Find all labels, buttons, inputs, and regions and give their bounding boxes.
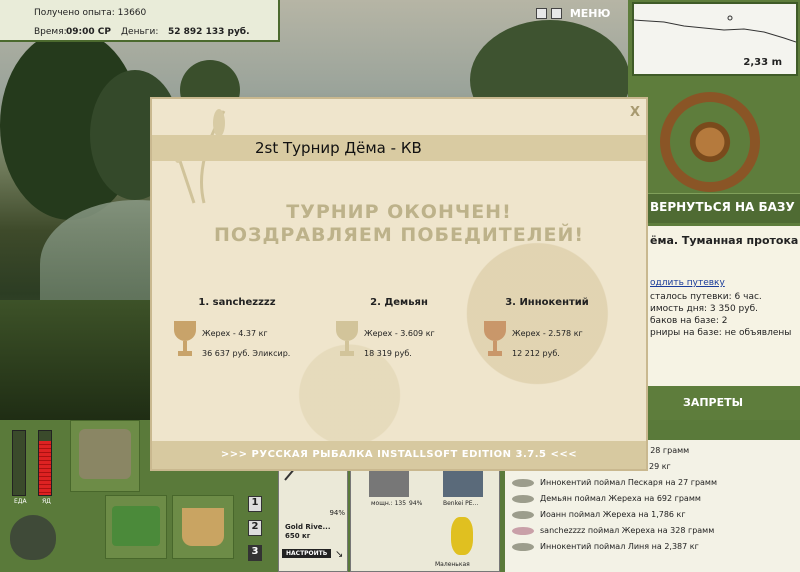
version-footer: >>> РУССКАЯ РЫБАЛКА INSTALLSOFT EDITION …	[152, 441, 646, 469]
permit-time: сталось путевки: 6 час.	[650, 292, 762, 302]
basket-slot[interactable]	[105, 495, 167, 559]
fish-icon	[512, 527, 534, 535]
cup-icon	[336, 321, 358, 361]
tanks-count: баков на базе: 2	[650, 316, 728, 326]
winner-prize: 36 637 руб. Эликсир.	[202, 349, 291, 358]
depth-profile	[634, 15, 796, 43]
rod-slot[interactable]: 94% Gold Rive... 650 кг НАСТРОИТЬ ↘	[278, 444, 348, 572]
tournaments-status: рниры на базе: не объявлены	[650, 328, 792, 338]
fish-icon	[512, 495, 534, 503]
fish-icon	[512, 511, 534, 519]
rod-weight: 650 кг	[285, 532, 311, 540]
tackle-slots: мощн.: 135 94% Benkei PE... Маленькая	[350, 468, 500, 572]
page-button-1[interactable]: 1	[248, 496, 262, 512]
reel-power: мощн.: 135	[371, 500, 407, 507]
top-controls: МЕНЮ	[536, 6, 610, 20]
poison-gauge	[38, 430, 52, 496]
reel-icon[interactable]	[369, 471, 409, 497]
bucket-slot[interactable]	[172, 495, 234, 559]
lure-icon[interactable]	[451, 517, 473, 555]
rod-percent: 94%	[329, 509, 345, 517]
food-label: ЕДА	[14, 498, 27, 505]
headline-finished: ТУРНИР ОКОНЧЕН!	[286, 201, 512, 223]
dialog-title: 2st Турнир Дёма - КВ	[255, 139, 422, 157]
location-info: ёма. Туманная протока одлить путевку ста…	[638, 226, 800, 386]
bait-label: Маленькая	[435, 561, 470, 568]
fish-icon	[512, 543, 534, 551]
cup-icon	[484, 321, 506, 361]
food-gauge	[12, 430, 26, 496]
page-button-3[interactable]: 3	[248, 545, 262, 561]
winner-3: 3. Иннокентий Жерех - 2.578 кг 12 212 ру…	[472, 297, 622, 358]
winner-prize: 12 212 руб.	[512, 349, 560, 358]
bag-slot[interactable]	[70, 420, 140, 492]
time-value: 09:00 СР	[66, 27, 111, 37]
ship-wheel-icon[interactable]	[660, 92, 760, 192]
bag-icon	[79, 429, 131, 479]
feed-line: Иннокентий поймал Пескаря на 27 грамм	[540, 478, 717, 487]
bucket-icon	[182, 508, 224, 546]
extend-permit-link[interactable]: одлить путевку	[650, 278, 725, 288]
winner-fish: Жерех - 2.578 кг	[512, 329, 583, 338]
feed-line: Демьян поймал Жереха на 692 грамм	[540, 494, 701, 503]
day-cost: имость дня: 3 350 руб.	[650, 304, 758, 314]
winner-name: 2. Демьян	[370, 297, 428, 308]
winner-fish: Жерех - 3.609 кг	[364, 329, 435, 338]
fish-icon	[512, 479, 534, 487]
winner-2: 2. Демьян Жерех - 3.609 кг 18 319 руб.	[324, 297, 474, 358]
exp-value: 13660	[117, 8, 147, 18]
basket-icon	[112, 506, 160, 546]
tournament-results-dialog: 2st Турнир Дёма - КВ X ТУРНИР ОКОНЧЕН! П…	[150, 97, 648, 471]
feed-line: Иоанн поймал Жереха на 1,786 кг	[540, 510, 686, 519]
return-to-base-button[interactable]: ВЕРНУТЬСЯ НА БАЗУ	[628, 193, 800, 223]
pause-icon[interactable]	[536, 7, 547, 19]
stats-panel: Получено опыта: 13660 Время: 09:00 СР Де…	[0, 0, 280, 42]
setup-button[interactable]: НАСТРОИТЬ	[282, 549, 332, 558]
winner-fish: Жерех - 4.37 кг	[202, 329, 268, 338]
location-title: ёма. Туманная протока	[650, 234, 799, 247]
arrow-icon: ↘	[335, 549, 344, 560]
feed-line: sanchezzzz поймал Жереха на 328 грамм	[540, 526, 715, 535]
winner-1: 1. sanchezzzz Жерех - 4.37 кг 36 637 руб…	[162, 297, 312, 358]
cup-icon	[174, 321, 196, 361]
exp-label: Получено опыта: 13660	[34, 8, 147, 18]
rod-name: Gold Rive...	[285, 523, 331, 531]
winner-name: 3. Иннокентий	[505, 297, 589, 308]
lure-label: Benkei PE...	[443, 500, 479, 507]
bans-button[interactable]: ЗАПРЕТЫ	[628, 388, 800, 416]
winner-prize: 18 319 руб.	[364, 349, 412, 358]
cauldron-icon[interactable]	[10, 515, 56, 560]
line-icon[interactable]	[443, 471, 483, 497]
close-button[interactable]: X	[630, 105, 640, 120]
feed-line: Иннокентий поймал Линя на 2,387 кг	[540, 542, 699, 551]
float-marker	[727, 15, 733, 21]
menu-button[interactable]: МЕНЮ	[570, 7, 611, 20]
reel-percent: 94%	[409, 500, 423, 507]
money-label: Деньги:	[121, 27, 159, 37]
page-button-2[interactable]: 2	[248, 520, 262, 536]
depth-panel: 2,33 m	[632, 2, 798, 76]
poison-label: ЯД	[42, 498, 51, 505]
winner-name: 1. sanchezzzz	[198, 297, 276, 308]
time-label: Время:	[34, 27, 67, 37]
feed-line: 29 кг	[649, 462, 671, 471]
headline-congrats: ПОЗДРАВЛЯЕМ ПОБЕДИТЕЛЕЙ!	[213, 224, 585, 246]
depth-value: 2,33 m	[743, 57, 782, 68]
sound-icon[interactable]	[551, 7, 562, 19]
money-value: 52 892 133 руб.	[168, 27, 250, 37]
